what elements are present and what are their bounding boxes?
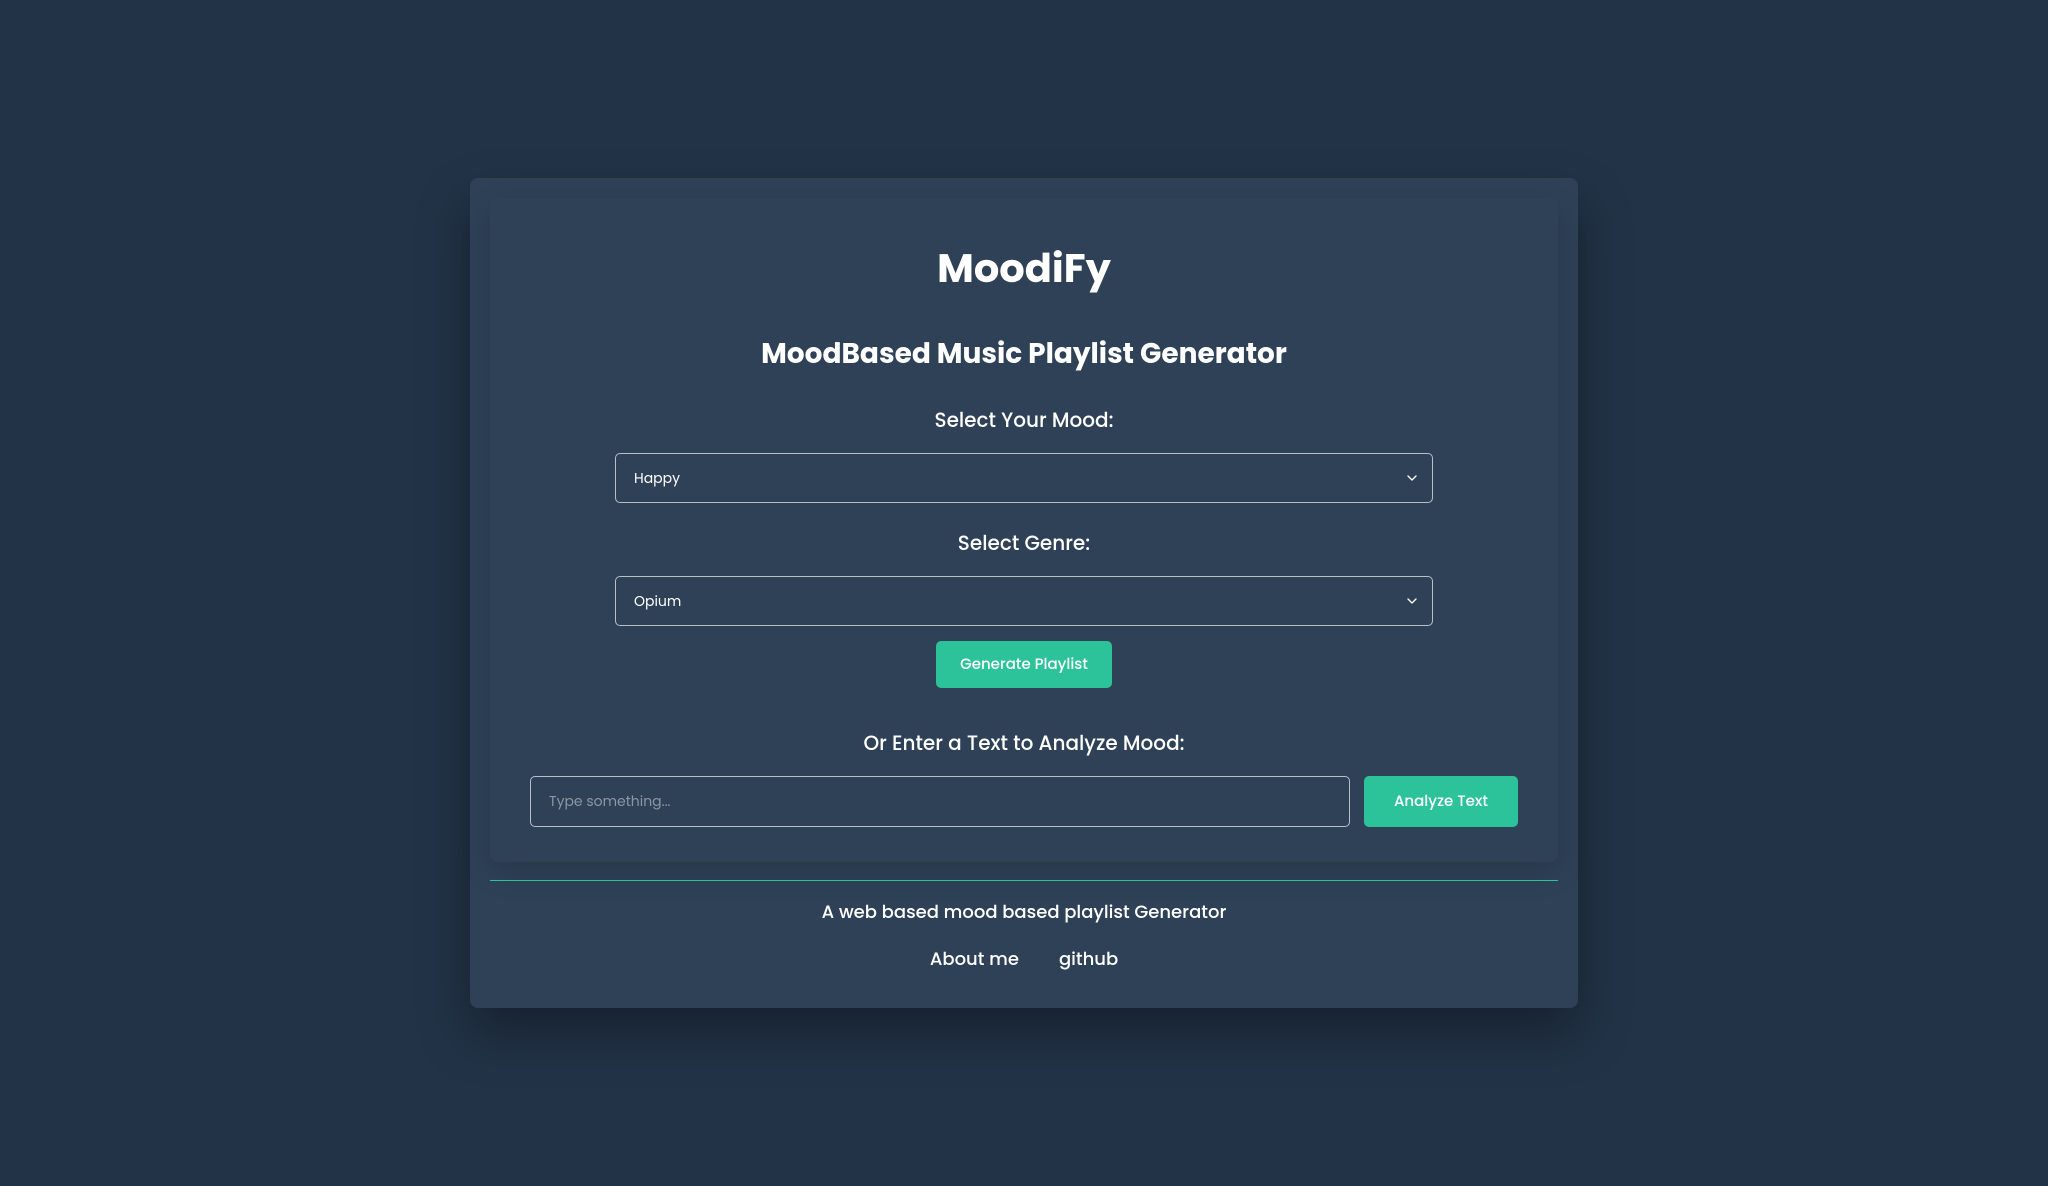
mood-select-wrapper: Happy — [530, 453, 1518, 503]
footer-links: About me github — [490, 946, 1558, 988]
mood-select[interactable]: Happy — [615, 453, 1433, 503]
about-me-link[interactable]: About me — [930, 946, 1019, 973]
genre-select[interactable]: Opium — [615, 576, 1433, 626]
footer-divider — [490, 880, 1558, 881]
analyze-section: Or Enter a Text to Analyze Mood: Analyze… — [530, 728, 1518, 827]
genre-label: Select Genre: — [530, 528, 1518, 558]
app-card: MoodiFy MoodBased Music Playlist Generat… — [470, 178, 1578, 1008]
footer-description: A web based mood based playlist Generato… — [490, 899, 1558, 926]
genre-select-wrapper: Opium — [530, 576, 1518, 626]
main-panel: MoodiFy MoodBased Music Playlist Generat… — [490, 198, 1558, 862]
analyze-label: Or Enter a Text to Analyze Mood: — [530, 728, 1518, 758]
generate-playlist-button[interactable]: Generate Playlist — [936, 641, 1112, 688]
analyze-text-button[interactable]: Analyze Text — [1364, 776, 1518, 827]
mood-label: Select Your Mood: — [530, 405, 1518, 435]
github-link[interactable]: github — [1059, 946, 1118, 973]
app-title: MoodiFy — [530, 238, 1518, 298]
analyze-text-input[interactable] — [530, 776, 1350, 827]
app-subtitle: MoodBased Music Playlist Generator — [530, 333, 1518, 375]
analyze-input-row: Analyze Text — [530, 776, 1518, 827]
